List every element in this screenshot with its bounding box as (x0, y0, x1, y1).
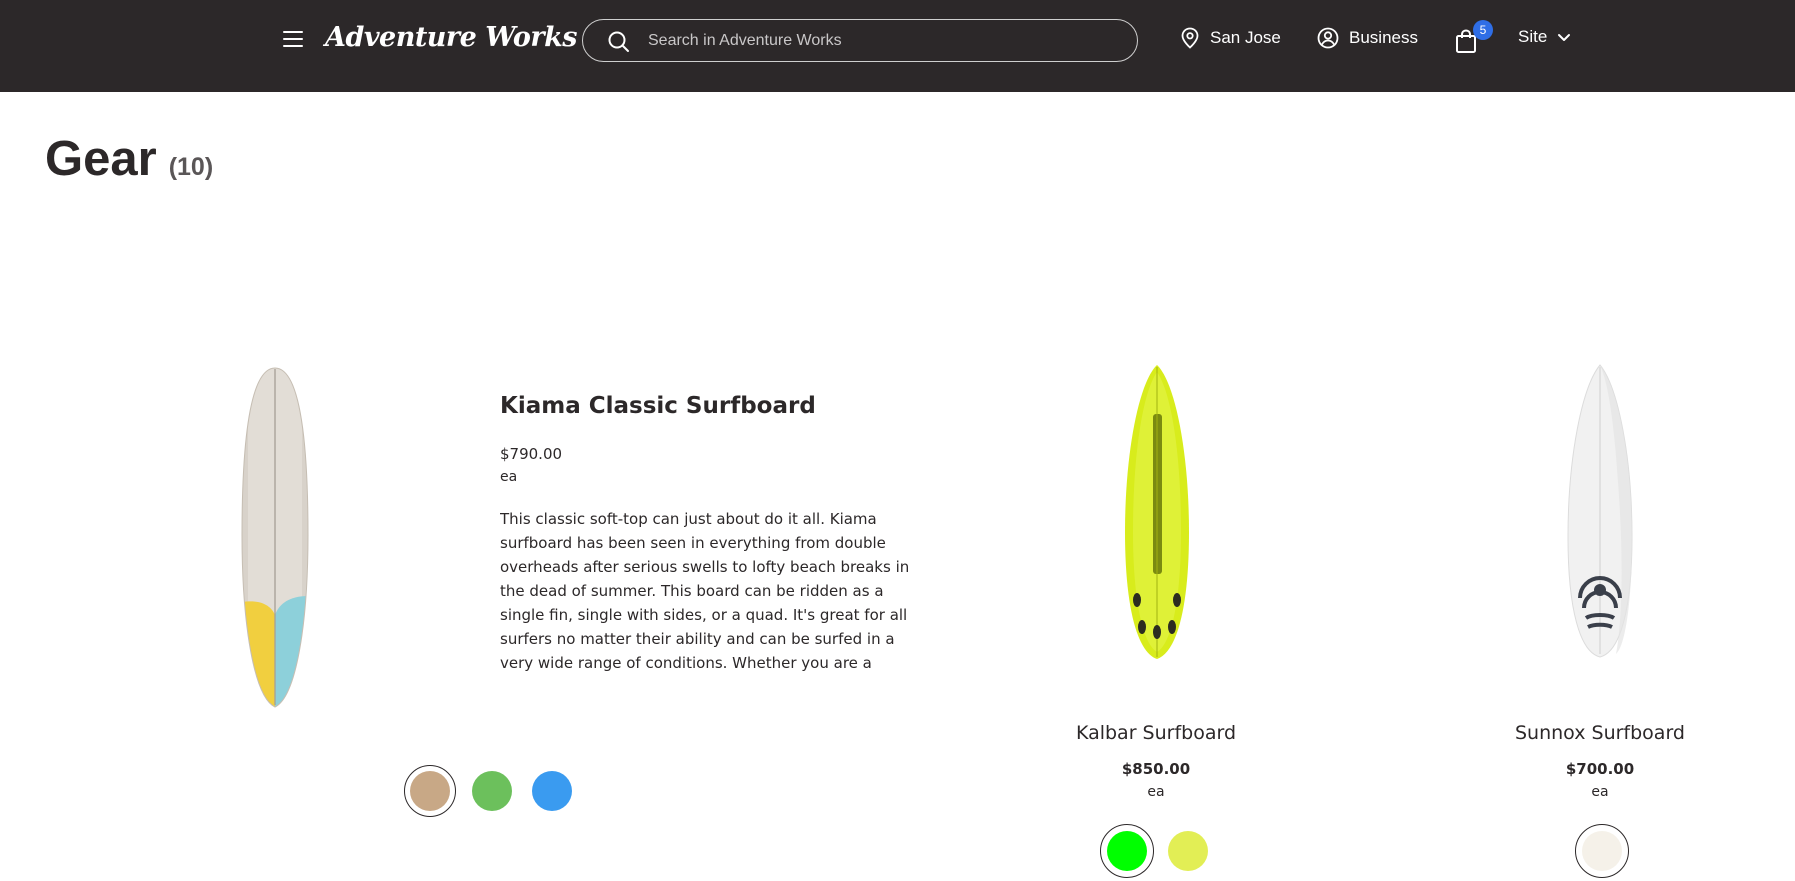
featured-product-price: $790.00 (500, 445, 563, 463)
product-unit-kalbar: ea (1147, 784, 1165, 800)
search-input[interactable] (648, 28, 1118, 54)
site-label: Site (1518, 27, 1548, 46)
product-price-sunnox: $700.00 (1565, 760, 1635, 778)
product-unit-sunnox: ea (1591, 784, 1609, 800)
color-swatch-cream[interactable] (1582, 831, 1622, 871)
account-menu[interactable]: Business (1317, 27, 1418, 49)
kiama-surfboard-image[interactable] (230, 365, 320, 710)
product-count: (10) (168, 153, 214, 181)
account-label: Business (1349, 28, 1418, 47)
page-title: Gear (10) (45, 131, 213, 187)
site-logo[interactable]: Adventure Works (325, 22, 578, 53)
user-circle-icon (1317, 27, 1339, 49)
map-pin-icon (1181, 27, 1199, 49)
location-label: San Jose (1210, 28, 1281, 47)
site-selector[interactable]: Site (1518, 27, 1571, 47)
product-price-kalbar: $850.00 (1121, 760, 1191, 778)
search-icon (608, 31, 629, 52)
color-swatch-green[interactable] (472, 771, 512, 811)
featured-product-description: This classic soft-top can just about do … (500, 510, 910, 672)
featured-product-unit: ea (500, 469, 518, 485)
sunnox-surfboard-image[interactable] (1558, 362, 1643, 662)
product-title-sunnox[interactable]: Sunnox Surfboard (1470, 722, 1730, 744)
color-swatch-bright-green[interactable] (1107, 831, 1147, 871)
location-selector[interactable]: San Jose (1180, 27, 1281, 49)
color-swatch-blue[interactable] (532, 771, 572, 811)
chevron-down-icon (1558, 34, 1571, 41)
product-title-kalbar[interactable]: Kalbar Surfboard (1026, 722, 1286, 744)
color-swatch-yellow[interactable] (1168, 831, 1208, 871)
page-heading: Gear (45, 132, 157, 186)
kalbar-surfboard-image[interactable] (1115, 362, 1200, 662)
cart-count-badge: 5 (1473, 20, 1493, 40)
site-header: Adventure Works San Jose Business 5 Site (0, 0, 1795, 92)
hamburger-icon[interactable] (283, 31, 303, 47)
color-swatch-tan[interactable] (410, 771, 450, 811)
search-bar[interactable] (582, 19, 1138, 62)
featured-product-title[interactable]: Kiama Classic Surfboard (500, 393, 816, 419)
